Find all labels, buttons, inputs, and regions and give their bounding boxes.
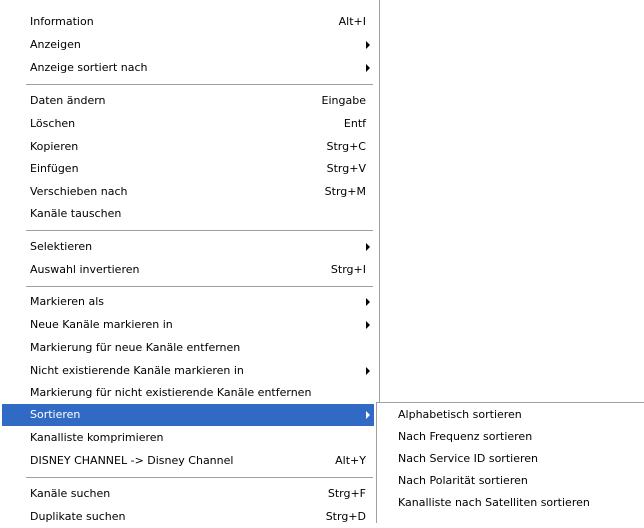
menu-item-label: Einfügen (30, 162, 79, 175)
menu-item-shortcut: Alt+Y (335, 454, 366, 467)
menu-item-label: Nicht existierende Kanäle markieren in (30, 364, 244, 377)
menu-item-kanaele-suchen[interactable]: Kanäle suchen Strg+F (25, 483, 374, 505)
menu-item-label: Kanäle tauschen (30, 207, 122, 220)
menu-item-label: Information (30, 15, 94, 28)
menu-item-label: Sortieren (30, 408, 81, 421)
menu-item-markierung-nicht-existierende-entfernen[interactable]: Markierung für nicht existierende Kanäle… (25, 382, 374, 404)
context-menu: Information Alt+I Anzeigen Anzeige sorti… (0, 0, 380, 523)
menu-item-shortcut: Strg+C (326, 140, 366, 153)
menu-item-kanaele-tauschen[interactable]: Kanäle tauschen (25, 203, 374, 225)
menu-item-label: Kanalliste komprimieren (30, 431, 164, 444)
submenu-item-polaritaet[interactable]: Nach Polarität sortieren (377, 470, 644, 492)
menu-item-label: DISNEY CHANNEL -> Disney Channel (30, 454, 234, 467)
menu-item-information[interactable]: Information Alt+I (25, 11, 374, 33)
menu-item-label: Auswahl invertieren (30, 263, 140, 276)
submenu-item-label: Alphabetisch sortieren (398, 408, 522, 421)
menu-item-verschieben-nach[interactable]: Verschieben nach Strg+M (25, 181, 374, 203)
submenu-arrow-icon (366, 41, 370, 49)
submenu-arrow-icon (366, 411, 370, 419)
submenu-item-frequenz[interactable]: Nach Frequenz sortieren (377, 426, 644, 448)
menu-item-shortcut: Alt+I (338, 15, 366, 28)
submenu-item-service-id[interactable]: Nach Service ID sortieren (377, 448, 644, 470)
menu-item-loeschen[interactable]: Löschen Entf (25, 113, 374, 135)
menu-item-label: Verschieben nach (30, 185, 128, 198)
menu-item-markierung-neue-entfernen[interactable]: Markierung für neue Kanäle entfernen (25, 337, 374, 359)
menu-item-label: Anzeige sortiert nach (30, 61, 148, 74)
menu-separator (26, 230, 373, 232)
menu-separator (26, 477, 373, 479)
submenu-item-label: Kanalliste nach Satelliten sortieren (398, 496, 590, 509)
menu-item-shortcut: Eingabe (321, 94, 366, 107)
submenu-arrow-icon (366, 321, 370, 329)
submenu-arrow-icon (366, 64, 370, 72)
menu-item-label: Markierung für neue Kanäle entfernen (30, 341, 241, 354)
menu-item-sortieren[interactable]: Sortieren (2, 404, 374, 426)
menu-item-kopieren[interactable]: Kopieren Strg+C (25, 136, 374, 158)
menu-item-label: Markieren als (30, 295, 104, 308)
menu-item-label: Selektieren (30, 240, 93, 253)
submenu-arrow-icon (366, 367, 370, 375)
menu-separator (26, 286, 373, 288)
menu-item-auswahl-invertieren[interactable]: Auswahl invertieren Strg+I (25, 259, 374, 281)
submenu-item-label: Nach Frequenz sortieren (398, 430, 533, 443)
submenu-item-alphabetisch[interactable]: Alphabetisch sortieren (377, 404, 644, 426)
menu-item-label: Duplikate suchen (30, 510, 126, 523)
menu-item-disney-channel-rename[interactable]: DISNEY CHANNEL -> Disney Channel Alt+Y (25, 450, 374, 472)
submenu-item-satelliten[interactable]: Kanalliste nach Satelliten sortieren (377, 492, 644, 514)
menu-item-neue-kanaele-markieren[interactable]: Neue Kanäle markieren in (25, 314, 374, 336)
menu-item-anzeigen[interactable]: Anzeigen (25, 34, 374, 56)
submenu-item-label: Nach Service ID sortieren (398, 452, 538, 465)
menu-item-label: Neue Kanäle markieren in (30, 318, 173, 331)
menu-item-shortcut: Strg+F (327, 487, 366, 500)
sortieren-submenu: Alphabetisch sortieren Nach Frequenz sor… (376, 402, 644, 523)
menu-item-einfuegen[interactable]: Einfügen Strg+V (25, 158, 374, 180)
menu-item-markieren-als[interactable]: Markieren als (25, 291, 374, 313)
menu-item-label: Anzeigen (30, 38, 81, 51)
submenu-arrow-icon (366, 298, 370, 306)
menu-item-shortcut: Strg+M (324, 185, 366, 198)
menu-item-label: Kopieren (30, 140, 79, 153)
menu-item-anzeige-sortiert-nach[interactable]: Anzeige sortiert nach (25, 57, 374, 79)
menu-item-shortcut: Strg+D (325, 510, 366, 523)
submenu-item-label: Nach Polarität sortieren (398, 474, 528, 487)
menu-item-selektieren[interactable]: Selektieren (25, 236, 374, 258)
menu-item-label: Kanäle suchen (30, 487, 111, 500)
menu-separator (26, 84, 373, 86)
menu-item-label: Markierung für nicht existierende Kanäle… (30, 386, 312, 399)
menu-item-label: Daten ändern (30, 94, 106, 107)
menu-item-label: Löschen (30, 117, 76, 130)
menu-item-shortcut: Entf (343, 117, 366, 130)
menu-item-shortcut: Strg+V (326, 162, 366, 175)
menu-item-duplikate-suchen[interactable]: Duplikate suchen Strg+D (25, 506, 374, 528)
submenu-arrow-icon (366, 243, 370, 251)
menu-item-daten-aendern[interactable]: Daten ändern Eingabe (25, 90, 374, 112)
menu-item-shortcut: Strg+I (330, 263, 366, 276)
menu-item-nicht-existierende-markieren[interactable]: Nicht existierende Kanäle markieren in (25, 360, 374, 382)
menu-item-kanalliste-komprimieren[interactable]: Kanalliste komprimieren (25, 427, 374, 449)
